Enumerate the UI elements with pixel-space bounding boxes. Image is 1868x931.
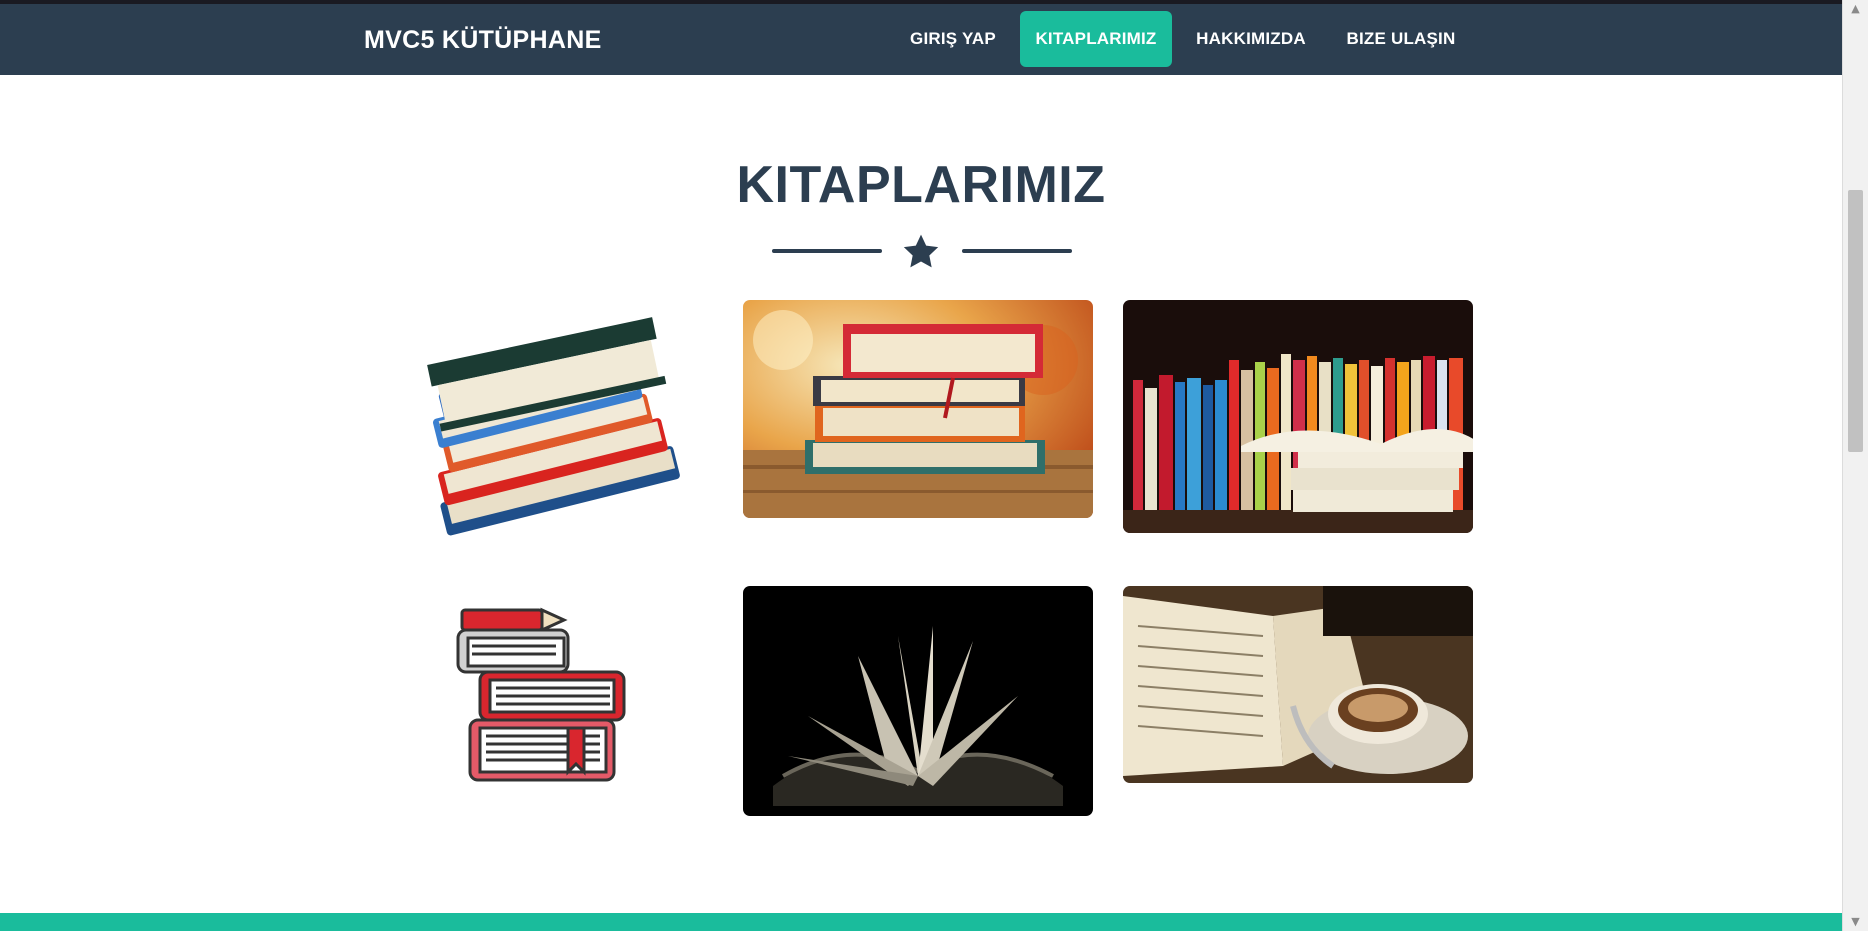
- footer-top-strip: [0, 913, 1842, 931]
- vertical-scrollbar[interactable]: ▲ ▼: [1842, 0, 1868, 931]
- portfolio-item-book-stack[interactable]: [375, 300, 725, 550]
- scroll-thumb[interactable]: [1848, 190, 1863, 452]
- book-coffee-photo: [1123, 586, 1473, 783]
- star-icon: [903, 234, 939, 268]
- portfolio-item-open-book[interactable]: [743, 586, 1093, 816]
- divider-line-right: [962, 249, 1072, 253]
- divider-line-left: [772, 249, 882, 253]
- portfolio-item-books-on-table[interactable]: [743, 300, 1093, 518]
- nav-item-about[interactable]: HAKKIMIZDA: [1186, 11, 1316, 67]
- nav-item-contact[interactable]: BIZE ULAŞIN: [1336, 11, 1466, 67]
- scroll-up-icon[interactable]: ▲: [1843, 0, 1868, 18]
- portfolio-item-book-coffee[interactable]: [1123, 586, 1473, 783]
- book-pencil-icon: [456, 607, 626, 782]
- portfolio-item-bookshelf[interactable]: [1123, 300, 1473, 533]
- section-heading: KITAPLARIMIZ: [736, 156, 1106, 214]
- book-stack-illustration: [427, 317, 680, 536]
- brand-logo-link[interactable]: MVC5 KÜTÜPHANE: [364, 26, 602, 55]
- open-book-dark-photo: [743, 586, 1093, 816]
- nav-item-books[interactable]: KITAPLARIMIZ: [1020, 11, 1172, 67]
- books-on-table-photo: [743, 300, 1093, 518]
- heading-divider: [772, 232, 1072, 272]
- page-viewport: MVC5 KÜTÜPHANE GIRIŞ YAP KITAPLARIMIZ HA…: [0, 0, 1842, 931]
- scroll-down-icon[interactable]: ▼: [1843, 913, 1868, 931]
- nav-item-login[interactable]: GIRIŞ YAP: [898, 11, 1008, 67]
- navbar: MVC5 KÜTÜPHANE GIRIŞ YAP KITAPLARIMIZ HA…: [0, 4, 1842, 75]
- portfolio-item-book-pencil[interactable]: [440, 600, 640, 790]
- bookshelf-open-book-photo: [1123, 300, 1473, 533]
